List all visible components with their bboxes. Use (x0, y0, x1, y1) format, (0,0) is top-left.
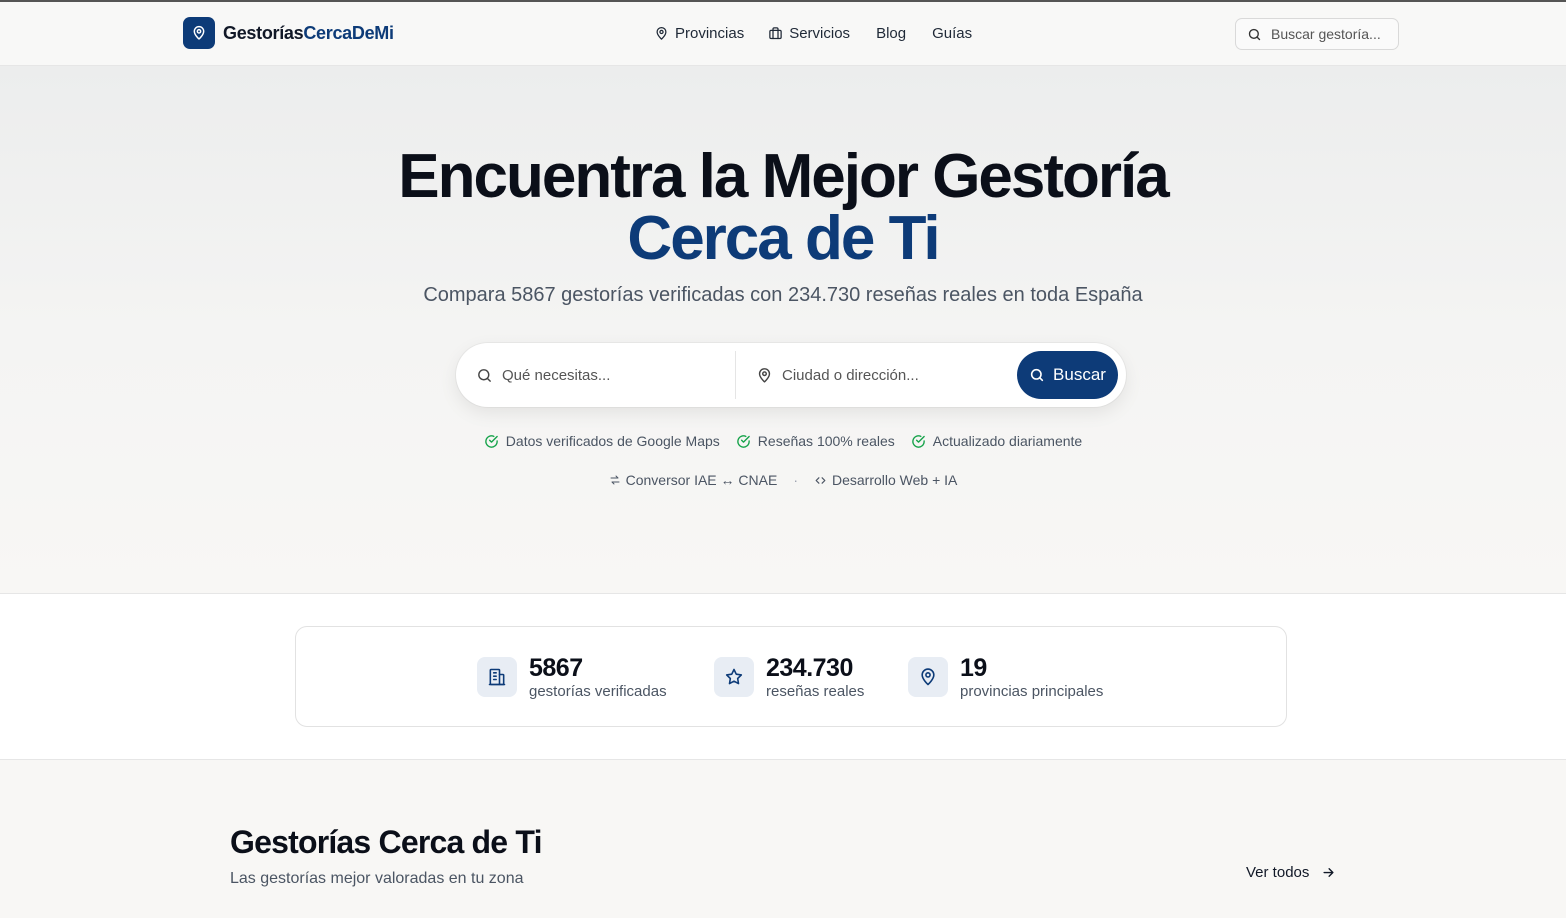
where-input[interactable] (782, 366, 981, 384)
web-dev-ai-label: Desarrollo Web + IA (831, 472, 958, 488)
search-icon (1248, 28, 1261, 40)
logo-link[interactable]: GestoríasCercaDeMi (183, 17, 394, 49)
hero-section: Encuentra la Mejor Gestoría Cerca de Ti … (0, 66, 1566, 593)
badge-daily-update: Actualizado diariamente (911, 433, 1082, 449)
stat-gestorias: 5867 gestorías verificadas (477, 655, 667, 703)
iae-cnae-converter-label: Conversor IAE ↔ CNAE (625, 472, 778, 488)
map-pin-icon (908, 657, 948, 697)
stat-value: 19 (960, 654, 987, 682)
logo-map-pin-icon (183, 17, 215, 49)
nav-provincias[interactable]: Provincias (654, 25, 744, 42)
web-dev-ai-link[interactable]: Desarrollo Web + IA (814, 472, 957, 488)
badge-label: Actualizado diariamente (932, 433, 1083, 449)
what-field (456, 351, 736, 399)
where-field (736, 351, 1016, 399)
badge-label: Datos verificados de Google Maps (505, 433, 720, 449)
stat-value: 5867 (529, 654, 583, 682)
tool-links: Conversor IAE ↔ CNAE · Desarrollo Web + … (0, 472, 1566, 488)
star-icon (714, 657, 754, 697)
stat-resenas: 234.730 reseñas reales (714, 655, 864, 703)
nav-guias-label: Guías (932, 25, 973, 42)
briefcase-icon (769, 27, 782, 40)
header-search-input[interactable] (1271, 26, 1391, 42)
site-header: GestoríasCercaDeMi Provincias Servicios … (0, 0, 1566, 66)
check-circle-icon (911, 434, 925, 448)
map-pin-icon (656, 26, 667, 40)
trust-badges: Datos verificados de Google Maps Reseñas… (0, 433, 1566, 449)
stat-label: provincias principales (960, 683, 1104, 700)
nav-guias[interactable]: Guías (932, 25, 972, 42)
search-icon (478, 368, 491, 382)
check-circle-icon (736, 434, 750, 448)
search-button-label: Buscar (1053, 365, 1106, 384)
logo-text: GestoríasCercaDeMi (223, 22, 394, 43)
stat-label: gestorías verificadas (529, 683, 667, 700)
badge-real-reviews: Reseñas 100% reales (736, 433, 895, 449)
search-button[interactable]: Buscar (1017, 351, 1118, 399)
nav-blog[interactable]: Blog (876, 25, 906, 42)
building-icon (477, 657, 517, 697)
stats-card: 5867 gestorías verificadas 234.730 reseñ… (295, 626, 1287, 727)
iae-cnae-converter-link[interactable]: Conversor IAE ↔ CNAE (609, 472, 778, 488)
stat-label: reseñas reales (766, 683, 865, 700)
see-all-label: Ver todos (1246, 864, 1310, 881)
hero-title: Encuentra la Mejor Gestoría (398, 142, 1169, 211)
hero-search-form: Buscar (456, 343, 1126, 407)
nav-provincias-label: Provincias (675, 25, 745, 42)
check-circle-icon (484, 434, 498, 448)
stats-section: 5867 gestorías verificadas 234.730 reseñ… (0, 593, 1566, 760)
link-separator: · (793, 472, 798, 488)
swap-arrows-icon (610, 475, 620, 485)
stat-provincias: 19 provincias principales (908, 655, 1103, 703)
badge-label: Reseñas 100% reales (757, 433, 895, 449)
nav-blog-label: Blog (876, 25, 907, 42)
arrow-right-icon (1323, 868, 1334, 877)
nav-servicios[interactable]: Servicios (768, 25, 850, 42)
header-search (1235, 18, 1399, 50)
hero-subtitle: Compara 5867 gestorías verificadas con 2… (423, 284, 1143, 306)
what-input[interactable] (502, 366, 701, 384)
nav-servicios-label: Servicios (789, 25, 851, 42)
see-all-link[interactable]: Ver todos (1246, 864, 1336, 881)
section-subtitle: Las gestorías mejor valoradas en tu zona (230, 870, 524, 887)
search-icon (1030, 368, 1044, 382)
code-icon (815, 476, 826, 484)
stat-value: 234.730 (766, 654, 853, 682)
badge-google-maps: Datos verificados de Google Maps (484, 433, 720, 449)
map-pin-icon (758, 367, 771, 383)
section-title: Gestorías Cerca de Ti (230, 824, 542, 860)
hero-title-accent: Cerca de Ti (627, 204, 940, 273)
main-nav: Provincias Servicios Blog Guías (654, 25, 996, 42)
